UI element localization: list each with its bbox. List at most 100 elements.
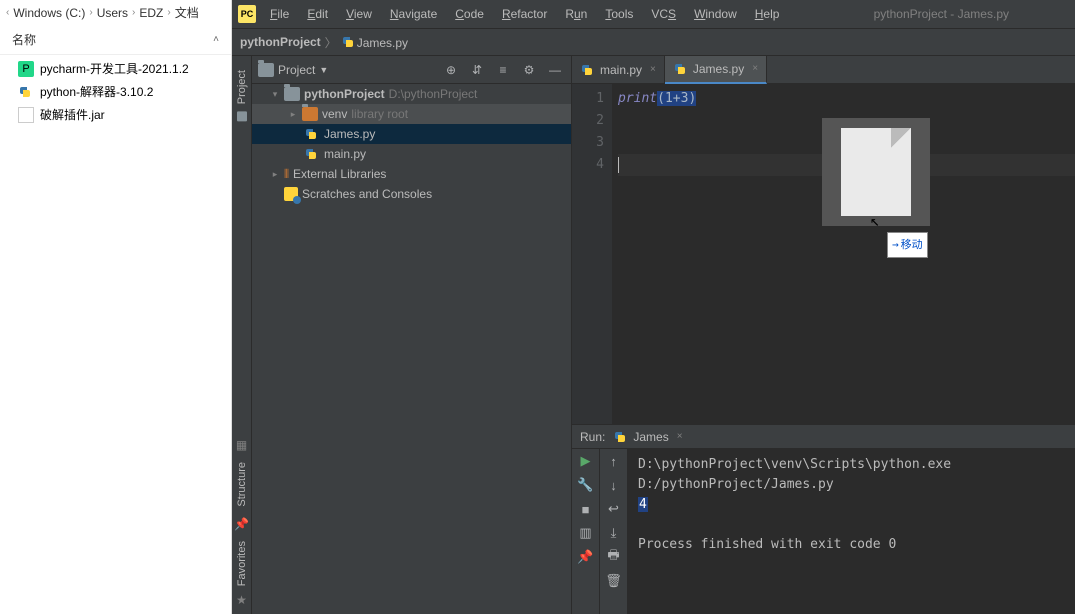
run-panel: Run: James × ▶ 🔧 ■ ▥ 📌 [572,424,1075,614]
python-icon [304,147,318,161]
chevron-right-icon: ▸ [270,169,280,180]
scroll-icon[interactable]: ⤓ [606,525,622,541]
list-item[interactable]: P pycharm-开发工具-2021.1.2 [0,57,231,80]
menu-bar: PC File Edit View Navigate Code Refactor… [232,0,1075,28]
list-item[interactable]: python-解释器-3.10.2 [0,80,231,103]
menu-help[interactable]: Help [747,4,788,24]
folder-icon [284,87,300,101]
folder-icon [237,111,247,121]
chevron-left-icon[interactable]: ‹ [6,7,9,18]
breadcrumb-item[interactable]: EDZ [139,6,163,20]
explorer-list: P pycharm-开发工具-2021.1.2 python-解释器-3.10.… [0,55,231,614]
external-libs-label: External Libraries [293,167,386,181]
chevron-down-icon: ▾ [270,89,280,100]
menu-code[interactable]: Code [447,4,492,24]
run-toolbar-left: ▶ 🔧 ■ ▥ 📌 [572,449,600,614]
arrow-right-icon: → [892,234,899,256]
list-item[interactable]: 破解插件.jar [0,103,231,126]
expand-all-icon[interactable]: ⇵ [467,60,487,80]
tree-file-main[interactable]: main.py [252,144,571,164]
up-icon[interactable]: ↑ [606,453,622,469]
nav-project[interactable]: pythonProject [240,35,321,49]
file-name: 破解插件.jar [40,106,105,123]
layout-icon[interactable]: ▥ [578,525,594,541]
run-label: Run: [580,430,605,444]
python-icon [613,430,627,444]
line-gutter: 1234 [572,84,612,424]
menu-vcs[interactable]: VCS [643,4,684,24]
menu-tools[interactable]: Tools [597,4,641,24]
file-name: pycharm-开发工具-2021.1.2 [40,60,189,77]
pycharm-logo-icon: PC [238,5,256,23]
close-icon[interactable]: × [650,64,656,75]
explorer-column-header[interactable]: 名称 ˄ [0,25,231,55]
play-icon[interactable]: ▶ [578,453,594,469]
menu-view[interactable]: View [338,4,380,24]
python-icon [304,127,318,141]
bookmark-icon[interactable]: 📌 [234,516,250,532]
hide-icon[interactable]: — [545,60,565,80]
star-icon[interactable]: ★ [234,592,250,608]
pycharm-icon: P [18,61,34,77]
wrench-icon[interactable]: 🔧 [578,477,594,493]
nav-file[interactable]: James.py [341,35,408,50]
menu-edit[interactable]: Edit [299,4,336,24]
chevron-right-icon: ▸ [288,109,298,120]
locate-icon[interactable]: ⊕ [441,60,461,80]
menu-refactor[interactable]: Refactor [494,4,555,24]
wrap-icon[interactable]: ↩ [606,501,622,517]
tree-root[interactable]: ▾ pythonProject D:\pythonProject [252,84,571,104]
menu-run[interactable]: Run [557,4,595,24]
folder-hint: library root [351,107,408,121]
down-icon[interactable]: ↓ [606,477,622,493]
menu-window[interactable]: Window [686,4,745,24]
tab-james-py[interactable]: James.py × [665,56,767,84]
chevron-up-icon: ˄ [213,34,219,45]
gear-icon[interactable]: ⚙ [519,60,539,80]
tree-scratches[interactable]: Scratches and Consoles [252,184,571,204]
code-content[interactable]: print(1+3) ↖ → 移动 [612,84,1075,424]
project-panel: Project ▼ ⊕ ⇵ ≡ ⚙ — ▾ pythonProject D:\p… [252,56,572,614]
tab-main-py[interactable]: main.py × [572,56,665,84]
console-result: 4 [638,497,648,512]
drag-tooltip: → 移动 [887,232,928,258]
navigation-bar: pythonProject 〉 James.py [232,28,1075,56]
breadcrumb: ‹ Windows (C:) › Users › EDZ › 文档 [0,0,231,25]
trash-icon[interactable]: 🗑 [606,573,622,589]
breadcrumb-item[interactable]: 文档 [175,4,199,21]
structure-icon[interactable]: ▦ [234,437,250,453]
project-panel-title[interactable]: Project ▼ [258,63,328,77]
close-icon[interactable]: × [677,431,683,442]
folder-icon [302,107,318,121]
python-icon [18,84,34,100]
folder-name: venv [322,107,347,121]
scratches-icon [284,187,298,201]
console-line: D:\pythonProject\venv\Scripts\python.exe… [638,455,1065,495]
menu-navigate[interactable]: Navigate [382,4,445,24]
favorites-tool-tab[interactable]: Favorites [234,535,250,592]
chevron-right-icon: 〉 [325,34,337,51]
print-icon[interactable]: 🖶 [606,549,622,565]
file-icon [18,107,34,123]
code-editor[interactable]: 1234 print(1+3) ↖ → 移动 [572,84,1075,424]
breadcrumb-item[interactable]: Users [97,6,128,20]
run-config-tab[interactable]: James × [613,430,682,444]
console-output[interactable]: D:\pythonProject\venv\Scripts\python.exe… [628,449,1075,614]
tree-venv[interactable]: ▸ venv library root [252,104,571,124]
tree-external-libs[interactable]: ▸ ⫴ External Libraries [252,164,571,184]
project-tree: ▾ pythonProject D:\pythonProject ▸ venv … [252,84,571,614]
project-tool-tab[interactable]: Project [234,64,250,127]
breadcrumb-item[interactable]: Windows (C:) [13,6,85,20]
tree-file-james[interactable]: James.py [252,124,571,144]
left-tool-strip: Project ▦ Structure 📌 Favorites ★ [232,56,252,614]
file-explorer: ‹ Windows (C:) › Users › EDZ › 文档 名称 ˄ P… [0,0,232,614]
collapse-all-icon[interactable]: ≡ [493,60,513,80]
editor-tabs: main.py × James.py × [572,56,1075,84]
stop-icon[interactable]: ■ [578,501,594,517]
pin-icon[interactable]: 📌 [578,549,594,565]
close-icon[interactable]: × [752,63,758,74]
structure-tool-tab[interactable]: Structure [234,456,250,513]
project-name: pythonProject [304,87,385,101]
menu-file[interactable]: File [262,4,297,24]
file-name: main.py [324,147,366,161]
